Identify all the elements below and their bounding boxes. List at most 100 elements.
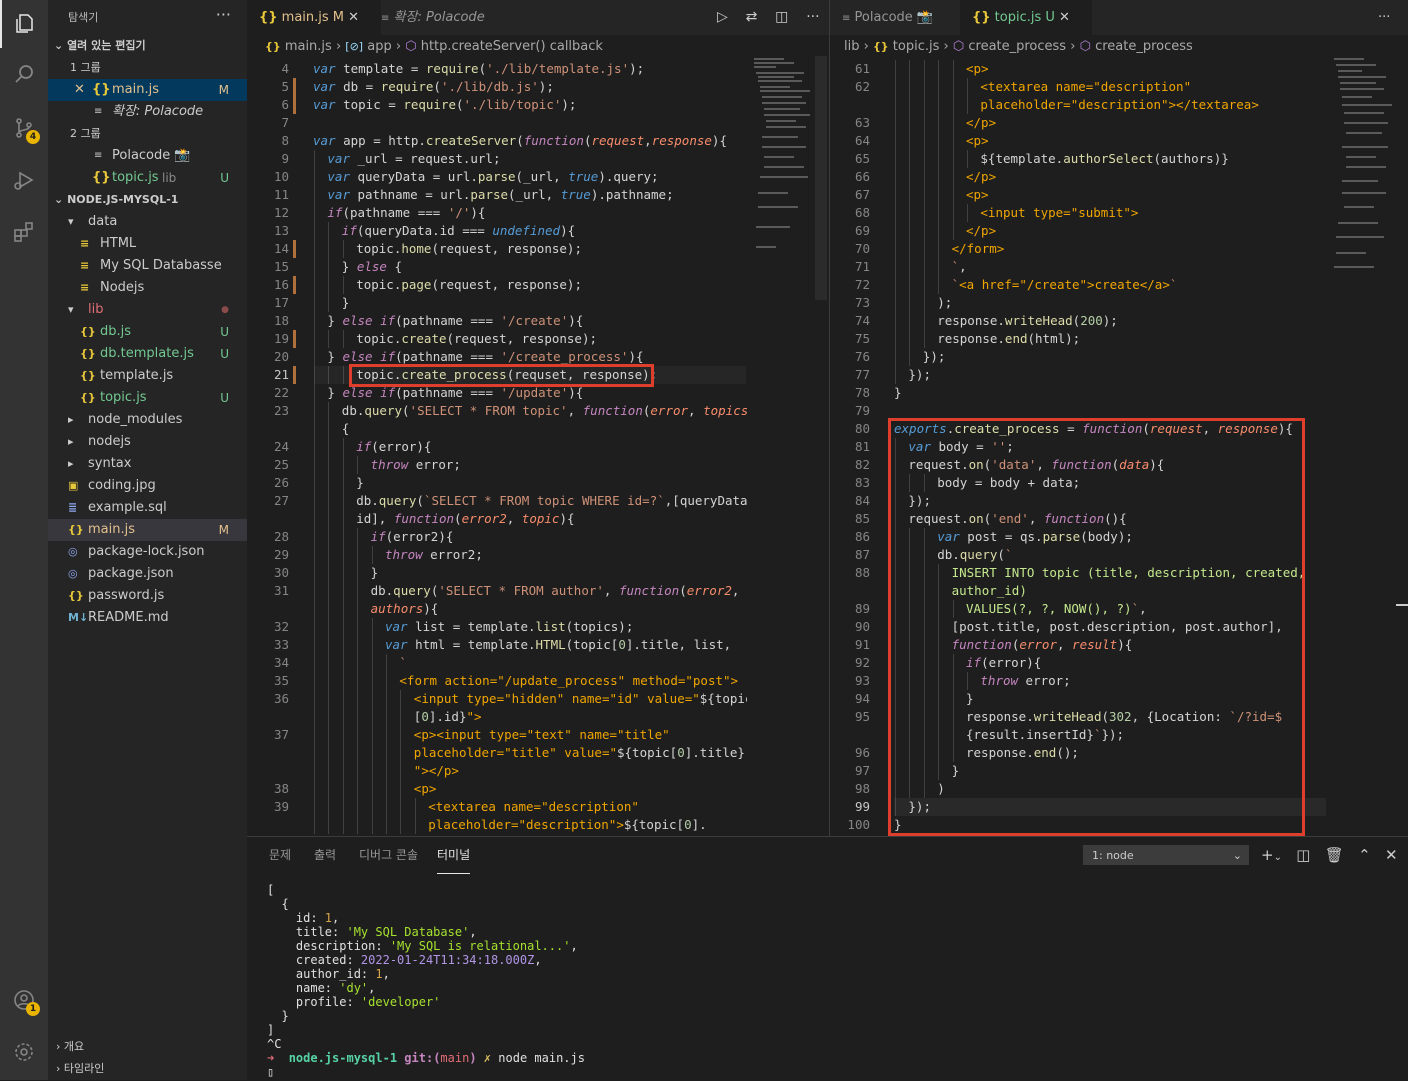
tree-item[interactable]: ≡ HTML xyxy=(48,233,247,255)
compare-changes-icon[interactable]: ⇄ xyxy=(746,9,758,25)
tree-item[interactable]: ▾ lib ● xyxy=(48,299,247,321)
terminal-key: title: xyxy=(267,925,347,939)
breadcrumb-symbol[interactable]: app xyxy=(367,39,391,54)
split-terminal-icon[interactable]: ◫ xyxy=(1296,846,1310,864)
indent-guide xyxy=(328,420,330,438)
text-file-icon: ≡ xyxy=(80,259,90,272)
line-number: 12 xyxy=(273,205,289,220)
tree-item[interactable]: {} db.js U xyxy=(48,321,247,343)
left-code-area[interactable]: 4 var template = require('./lib/template.… xyxy=(247,60,747,836)
tab-problems[interactable]: 문제 xyxy=(269,837,291,873)
close-icon[interactable]: ✕ xyxy=(74,79,85,101)
close-icon[interactable]: ✕ xyxy=(1059,10,1070,25)
source-control-icon[interactable]: 4 xyxy=(0,104,48,152)
indent-guide xyxy=(357,798,359,816)
indent-guide xyxy=(314,528,315,546)
breadcrumb-file[interactable]: main.js xyxy=(285,39,332,54)
tree-item[interactable]: ◎ package.json xyxy=(48,563,247,585)
tree-item[interactable]: {} password.js xyxy=(48,585,247,607)
function-icon: ⬡ xyxy=(405,39,417,54)
open-editor-topic-js[interactable]: {} topic.js lib U xyxy=(48,167,247,189)
terminal-line: { xyxy=(267,897,289,911)
open-editor-polacode[interactable]: ≡ Polacode 📸 xyxy=(48,145,247,167)
tree-item[interactable]: ▸ node_modules xyxy=(48,409,247,431)
tab-polacode-ext[interactable]: ≡ 확장: Polacode xyxy=(369,0,517,35)
breadcrumb-file[interactable]: topic.js xyxy=(893,39,940,54)
indent-guide xyxy=(328,744,330,762)
line-number: 64 xyxy=(854,133,870,148)
code-line: id], function(error2, topic){ xyxy=(356,511,575,526)
indent-guide xyxy=(895,348,896,366)
js-file-icon: {} xyxy=(80,369,96,382)
new-terminal-icon[interactable]: + xyxy=(1261,846,1274,864)
tab-terminal[interactable]: 터미널 xyxy=(437,837,471,874)
indent-guide xyxy=(328,600,330,618)
js-file-icon: {} xyxy=(265,40,281,53)
breadcrumb-symbol[interactable]: create_process xyxy=(968,39,1066,54)
trash-icon[interactable]: 🗑 xyxy=(1325,846,1344,864)
indent-guide xyxy=(371,546,373,564)
close-icon[interactable]: ✕ xyxy=(348,10,359,25)
more-actions-icon[interactable]: ··· xyxy=(806,9,819,25)
breadcrumb-symbol[interactable]: create_process xyxy=(1095,39,1193,54)
breadcrumb-symbol[interactable]: http.createServer() callback xyxy=(421,39,603,54)
timeline-section[interactable]: › 타임라인 xyxy=(48,1058,247,1080)
tree-item[interactable]: ▸ syntax xyxy=(48,453,247,475)
left-minimap[interactable] xyxy=(752,56,814,266)
run-debug-icon[interactable] xyxy=(0,156,48,204)
indent-guide xyxy=(923,114,925,132)
indent-guide xyxy=(400,798,402,816)
close-icon[interactable]: ✕ xyxy=(1385,846,1398,864)
tree-item[interactable]: ▾ data xyxy=(48,211,247,233)
tab-output[interactable]: 출력 xyxy=(314,837,336,873)
tab-debug-console[interactable]: 디버그 콘솔 xyxy=(359,837,418,873)
indent-guide xyxy=(371,726,373,744)
extensions-icon[interactable] xyxy=(0,208,48,256)
explorer-more-button[interactable]: ··· xyxy=(216,0,231,35)
tab-main-js[interactable]: {} main.js M ✕ xyxy=(247,0,381,35)
breadcrumb-folder[interactable]: lib xyxy=(844,39,859,54)
open-editor-main-js[interactable]: ✕ {} main.js M xyxy=(48,79,247,101)
tree-item[interactable]: ≣ example.sql xyxy=(48,497,247,519)
open-editors-header[interactable]: ⌄ 열려 있는 편집기 xyxy=(48,35,146,57)
project-header[interactable]: ⌄ NODE.JS-MYSQL-1 xyxy=(48,189,178,211)
account-icon[interactable]: 1 xyxy=(0,976,48,1024)
indent-guide xyxy=(938,204,940,222)
tree-item[interactable]: ◎ package-lock.json xyxy=(48,541,247,563)
tab-polacode[interactable]: ≡ Polacode 📸 xyxy=(830,0,972,35)
chevron-up-icon[interactable]: ⌃ xyxy=(1358,846,1371,864)
tree-item[interactable]: ▸ nodejs xyxy=(48,431,247,453)
line-number: 26 xyxy=(273,475,289,490)
tree-item[interactable]: {} main.js M xyxy=(48,519,247,541)
terminal-select[interactable]: 1: node ⌄ xyxy=(1083,845,1249,865)
left-scrollbar-thumb[interactable] xyxy=(815,56,827,300)
indent-guide xyxy=(328,276,330,294)
outline-section[interactable]: › 개요 xyxy=(48,1036,247,1058)
open-editor-polacode-ext[interactable]: ≡ 확장: Polacode xyxy=(48,101,247,123)
indent-guide xyxy=(328,528,330,546)
settings-gear-icon[interactable] xyxy=(0,1028,48,1076)
tree-item[interactable]: {} topic.js U xyxy=(48,387,247,409)
terminal-line: ^C xyxy=(267,1037,282,1051)
terminal-output[interactable]: [ { id: 1, title: 'My SQL Database', des… xyxy=(267,883,585,1079)
tree-item[interactable]: ▣ coding.jpg xyxy=(48,475,247,497)
right-minimap[interactable] xyxy=(1332,56,1394,272)
tree-item[interactable]: {} template.js xyxy=(48,365,247,387)
run-icon[interactable]: ▷ xyxy=(717,9,728,25)
search-icon[interactable] xyxy=(0,50,48,98)
tree-item[interactable]: {} db.template.js U xyxy=(48,343,247,365)
tree-item[interactable]: ≡ Nodejs xyxy=(48,277,247,299)
tree-item[interactable]: M↓ README.md xyxy=(48,607,247,629)
split-editor-icon[interactable]: ◫ xyxy=(775,9,788,25)
code-line: } else { xyxy=(341,259,403,274)
indent-guide xyxy=(909,276,911,294)
line-number: 86 xyxy=(854,529,870,544)
tree-item-label: db.template.js xyxy=(100,346,194,361)
more-actions-icon[interactable]: ··· xyxy=(1378,0,1390,35)
code-line: { xyxy=(341,421,350,436)
terminal-actions: +⌄ ◫ 🗑 ⌃ ✕ xyxy=(1261,843,1398,867)
tree-item[interactable]: ≡ My SQL Databasse xyxy=(48,255,247,277)
explorer-icon[interactable] xyxy=(0,0,48,48)
tab-topic-js[interactable]: {} topic.js U ✕ xyxy=(960,0,1092,35)
chevron-down-icon[interactable]: ⌄ xyxy=(1274,852,1282,863)
